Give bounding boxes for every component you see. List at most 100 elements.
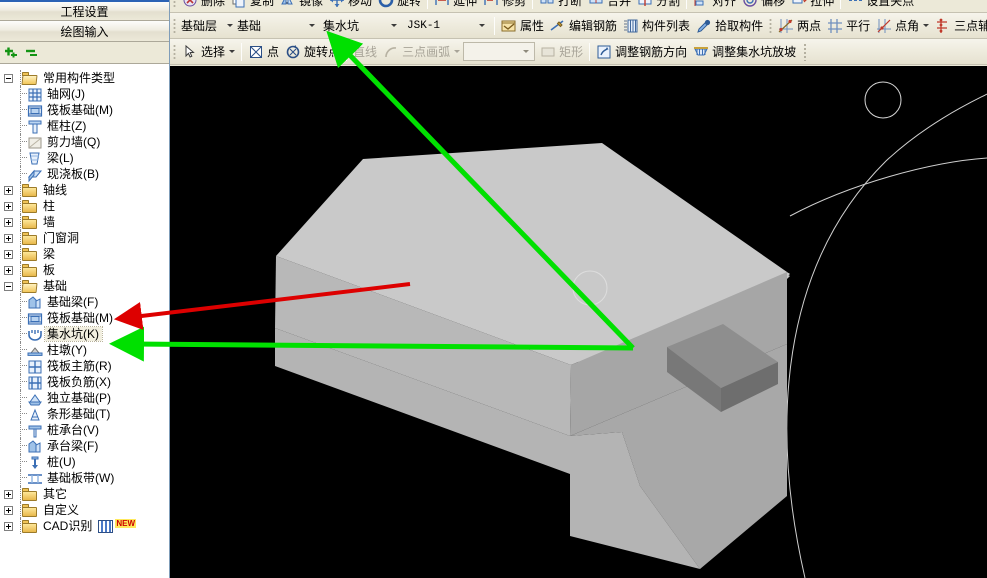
expand-icon[interactable] [4, 233, 13, 243]
tree-item-5[interactable]: 梁(L) [4, 150, 169, 166]
tree-item-label: 剪力墙(Q) [47, 135, 101, 149]
toolbar-grip[interactable] [173, 43, 176, 60]
tree-item-19[interactable]: 筏板负筋(X) [4, 374, 169, 390]
cap-beam-icon [28, 439, 41, 452]
arc-mode-combo[interactable] [463, 42, 536, 61]
offset-button[interactable]: 偏移 [739, 0, 788, 11]
tree-item-21[interactable]: 条形基础(T) [4, 406, 169, 422]
tree-connector [16, 150, 27, 166]
pick-component-button[interactable]: 拾取构件 [693, 15, 766, 37]
merge-button[interactable]: 合并 [585, 0, 634, 11]
edit-rebar-button[interactable]: 编辑钢筋 [547, 15, 620, 37]
tree-folder-13[interactable]: 基础 [4, 278, 169, 294]
toolbar-overflow-handle[interactable] [803, 42, 808, 61]
expand-icon[interactable] [4, 521, 13, 531]
three-point-arc-button[interactable]: 三点画弧 [380, 41, 463, 63]
tree-item-22[interactable]: 桩承台(V) [4, 422, 169, 438]
properties-button[interactable]: 属性 [498, 15, 547, 37]
line-button[interactable]: 直线 [350, 41, 380, 63]
tree-item-16[interactable]: 集水坑(K) [4, 326, 169, 342]
tree-item-17[interactable]: 柱墩(Y) [4, 342, 169, 358]
drawing-canvas[interactable] [170, 66, 987, 578]
tree-item-1[interactable]: 轴网(J) [4, 86, 169, 102]
tree-item-14[interactable]: 基础梁(F) [4, 294, 169, 310]
three-point-aux-axis-button[interactable]: 三点辅轴 [932, 15, 987, 37]
project-settings-button[interactable]: 工程设置 [0, 0, 169, 21]
rectangle-icon [541, 47, 555, 56]
tree-item-2[interactable]: 筏板基础(M) [4, 102, 169, 118]
toolbar-grip[interactable] [769, 17, 773, 34]
delete-button[interactable]: 删除 [179, 0, 228, 11]
tree-folder-12[interactable]: 板 [4, 262, 169, 278]
component-tree-scroll[interactable]: 常用构件类型 轴网(J) 筏板基础(M) 框柱(Z) 剪力墙(Q) 梁(L) 现浇板(B) 轴… [0, 66, 169, 578]
tree-folder-10[interactable]: 门窗洞 [4, 230, 169, 246]
tree-item-15[interactable]: 筏板基础(M) [4, 310, 169, 326]
point-button[interactable]: 点 [245, 41, 282, 63]
stretch-button[interactable]: 拉伸 [788, 0, 837, 11]
drawing-input-button[interactable]: 绘图输入 [0, 21, 169, 42]
align-button[interactable]: 对齐 [690, 0, 739, 11]
drawing-input-label: 绘图输入 [60, 24, 109, 39]
rectangle-button[interactable]: 矩形 [537, 41, 586, 63]
expand-icon[interactable] [4, 201, 13, 211]
move-button[interactable]: 移动 [326, 0, 375, 11]
tree-item-20[interactable]: 独立基础(P) [4, 390, 169, 406]
component-list-button[interactable]: 构件列表 [620, 15, 693, 37]
tree-folder-26[interactable]: 其它 [4, 486, 169, 502]
tree-folder-28[interactable]: CAD识别 NEW [4, 518, 169, 534]
move-label: 移动 [348, 0, 373, 8]
collapse-icon[interactable] [4, 73, 13, 83]
set-grip-button[interactable]: 设置夹点 [844, 0, 917, 11]
rotate-button[interactable]: 旋转 [375, 0, 424, 11]
category-combo[interactable]: 基础 [235, 16, 321, 36]
tree-folder-11[interactable]: 梁 [4, 246, 169, 262]
minus-icon[interactable] [24, 45, 40, 61]
parallel-button[interactable]: 平行 [824, 15, 873, 37]
expand-icon[interactable] [4, 505, 13, 515]
tree-folder-0[interactable]: 常用构件类型 [4, 70, 169, 86]
select-button[interactable]: 选择 [179, 41, 238, 63]
rotate-point-button[interactable]: 旋转点 [282, 41, 343, 63]
expand-icon[interactable] [4, 217, 13, 227]
two-point-button[interactable]: 两点 [775, 15, 824, 37]
break-button[interactable]: 打断 [536, 0, 585, 11]
tree-item-icon [27, 135, 43, 150]
tree-item-25[interactable]: 基础板带(W) [4, 470, 169, 486]
adjust-rebar-direction-button[interactable]: 调整钢筋方向 [593, 41, 690, 63]
toolbar-grip[interactable] [173, 17, 176, 34]
tree-item-icon [27, 359, 43, 374]
expand-icon[interactable] [4, 185, 13, 195]
tree-folder-7[interactable]: 轴线 [4, 182, 169, 198]
split-button[interactable]: 分割 [634, 0, 683, 11]
toolbar-grip[interactable] [173, 0, 176, 8]
component-name-combo[interactable]: JSK-1 [405, 16, 491, 36]
tree-item-6[interactable]: 现浇板(B) [4, 166, 169, 182]
folder-icon [22, 199, 38, 213]
tree-folder-27[interactable]: 自定义 [4, 502, 169, 518]
copy-button[interactable]: 复制 [228, 0, 277, 11]
tree-item-3[interactable]: 框柱(Z) [4, 118, 169, 134]
plus-icon[interactable] [3, 45, 19, 61]
tree-item-4[interactable]: 剪力墙(Q) [4, 134, 169, 150]
rotate-icon [378, 0, 394, 8]
expand-icon[interactable] [4, 249, 13, 259]
floor-combo[interactable]: 基础层 [179, 16, 235, 36]
component-type-combo[interactable]: 集水坑 [321, 16, 405, 36]
trim-button[interactable]: 修剪 [480, 0, 529, 11]
collapse-icon[interactable] [4, 281, 13, 291]
tree-item-24[interactable]: 桩(U) [4, 454, 169, 470]
tree-item-label: 门窗洞 [43, 231, 80, 245]
point-angle-button[interactable]: 点角 [873, 15, 932, 37]
extend-button[interactable]: 延伸 [431, 0, 480, 11]
tree-item-18[interactable]: 筏板主筋(R) [4, 358, 169, 374]
expand-icon[interactable] [4, 489, 13, 499]
tree-folder-8[interactable]: 柱 [4, 198, 169, 214]
tree-connector [16, 310, 27, 326]
rotate-label: 旋转 [397, 0, 422, 8]
tree-item-23[interactable]: 承台梁(F) [4, 438, 169, 454]
expand-icon[interactable] [4, 265, 13, 275]
mirror-button[interactable]: 镜像 [277, 0, 326, 11]
tree-folder-9[interactable]: 墙 [4, 214, 169, 230]
adjust-sump-slope-button[interactable]: 调整集水坑放坡 [690, 41, 799, 63]
project-settings-label: 工程设置 [60, 4, 109, 19]
